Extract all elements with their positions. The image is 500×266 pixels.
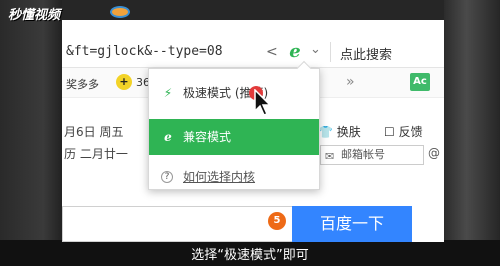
extension-icon[interactable]: Ac — [410, 73, 430, 91]
ie-icon: e — [164, 130, 172, 144]
menu-item-label: 兼容模式 — [183, 130, 232, 144]
shirt-icon: 👕 — [318, 125, 333, 139]
feedback-icon: ☐ — [384, 125, 395, 139]
browser-screen: &ft=gjlock&--type=08 < e ⌄ 点此搜索 奖多多 + 36… — [62, 20, 444, 242]
date-text: 月6日 周五 — [64, 125, 124, 139]
menu-item-compat-mode[interactable]: e 兼容模式 — [149, 119, 319, 155]
search-input[interactable] — [62, 206, 292, 242]
engine-e-icon[interactable]: e — [284, 41, 306, 63]
lightning-icon: ⚡ — [163, 86, 173, 100]
feedback-button[interactable]: ☐ 反馈 — [384, 123, 423, 140]
divider — [330, 42, 331, 62]
address-bar[interactable]: &ft=gjlock&--type=08 < e ⌄ 点此搜索 — [62, 36, 444, 68]
more-bookmarks-icon[interactable]: » — [346, 74, 355, 90]
plus-icon[interactable]: + — [116, 74, 132, 90]
baidu-search-button[interactable]: 百度一下 — [292, 206, 412, 242]
watermark-logo-icon — [110, 6, 130, 18]
skin-button[interactable]: 👕 换肤 — [318, 123, 361, 140]
monitor-bezel-right — [444, 0, 500, 266]
url-text[interactable]: &ft=gjlock&--type=08 — [66, 44, 223, 59]
email-placeholder: 邮箱帐号 — [341, 148, 385, 161]
skin-label: 换肤 — [336, 125, 361, 139]
watermark-logo: 秒懂视频 — [8, 8, 61, 23]
step-badge: 5 — [268, 212, 286, 230]
menu-item-fast-mode[interactable]: ⚡ 极速模式 (推荐) — [149, 77, 319, 109]
share-icon[interactable]: < — [266, 44, 278, 60]
feedback-label: 反馈 — [398, 125, 423, 139]
bookmark-jiangduoduo[interactable]: 奖多多 — [66, 76, 99, 92]
email-field[interactable]: ✉ 邮箱帐号 — [320, 145, 424, 165]
monitor-bezel-top — [0, 0, 500, 20]
search-here-button[interactable]: 点此搜索 — [340, 44, 392, 63]
at-symbol: @ — [428, 146, 440, 160]
video-caption: 选择“极速模式”即可 — [191, 248, 309, 263]
mail-icon: ✉ — [325, 150, 335, 163]
mouse-cursor-icon — [254, 89, 272, 116]
chevron-down-icon[interactable]: ⌄ — [310, 42, 321, 57]
engine-dropdown-menu: ⚡ 极速模式 (推荐) e 兼容模式 ? 如何选择内核 — [148, 60, 320, 193]
monitor-bezel-left — [0, 0, 62, 266]
lunar-date-text: 历 二月廿一 — [64, 147, 128, 161]
menu-item-label: 如何选择内核 — [183, 170, 256, 184]
help-icon: ? — [161, 171, 173, 183]
menu-item-help[interactable]: ? 如何选择内核 — [149, 161, 319, 193]
